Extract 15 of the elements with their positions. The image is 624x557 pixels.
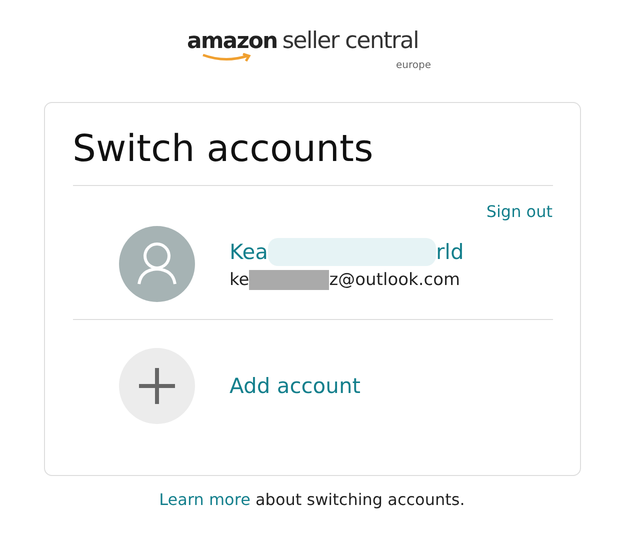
sign-out-link[interactable]: Sign out — [486, 202, 552, 221]
account-name[interactable]: rld — [436, 240, 464, 264]
account-name[interactable]: Kea — [230, 240, 268, 264]
smile-icon — [201, 53, 253, 63]
logo-region: europe — [396, 60, 431, 71]
plus-icon[interactable] — [118, 348, 194, 424]
card-title: Switch accounts — [72, 127, 374, 172]
account-email: ke — [230, 270, 250, 290]
logo-brand: amazon — [187, 31, 278, 53]
footer-text: Learn more about switching accounts. — [159, 490, 465, 509]
avatar-icon — [118, 226, 194, 302]
account-email: z@outlook.com — [329, 270, 460, 290]
add-account-link[interactable]: Add account — [230, 374, 360, 398]
learn-more-link[interactable]: Learn more — [159, 490, 250, 509]
logo-product: seller central — [282, 30, 418, 53]
